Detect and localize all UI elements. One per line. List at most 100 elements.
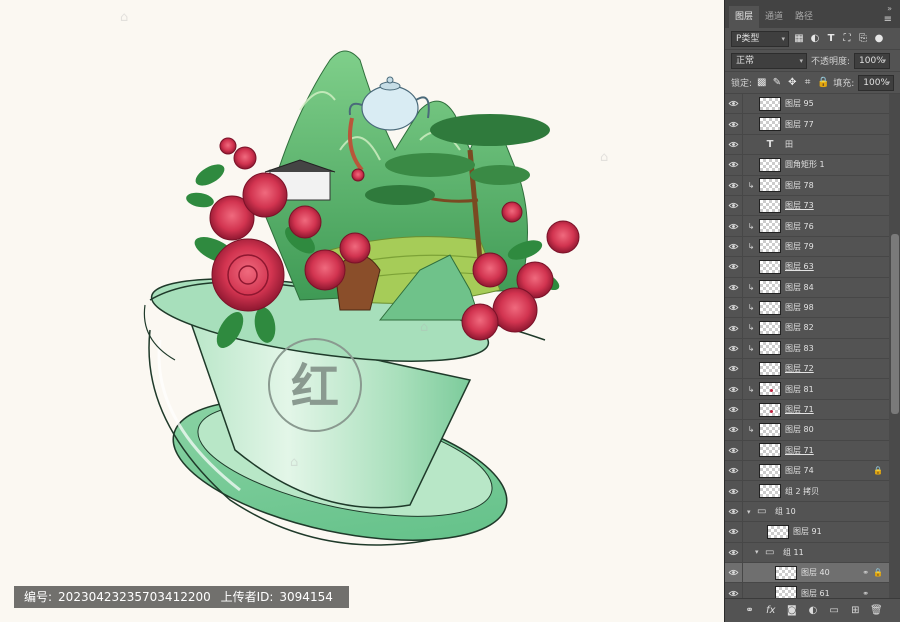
eye-icon[interactable]: [725, 277, 743, 298]
eye-icon[interactable]: [725, 338, 743, 359]
layer-row[interactable]: 图层 73: [725, 195, 889, 217]
layer-row[interactable]: 图层 72: [725, 358, 889, 380]
lock-transparency-icon[interactable]: ▩: [756, 77, 767, 89]
folder-icon[interactable]: ▭: [827, 605, 841, 616]
layer-name[interactable]: 图层 74: [785, 465, 814, 476]
filter-kind-select[interactable]: P类型 ▾: [731, 30, 789, 47]
tab-paths[interactable]: 路径: [789, 6, 819, 28]
filter-shape-icon[interactable]: ⛶: [841, 33, 853, 45]
layer-row[interactable]: ↳ 图层 78: [725, 175, 889, 196]
filter-smart-icon[interactable]: ⎘: [857, 33, 869, 45]
layer-name[interactable]: 图层 80: [785, 424, 814, 435]
eye-icon[interactable]: [725, 94, 743, 114]
layer-name[interactable]: 图层 98: [785, 302, 814, 313]
collapse-icon[interactable]: »: [887, 4, 892, 13]
layer-row[interactable]: 图层 77: [725, 114, 889, 135]
panel-menu-icon[interactable]: ≡: [884, 14, 892, 25]
document-canvas[interactable]: 红 ⌂ ⌂ ⌂ ⌂ 编号: 20230423235703412200 上传者ID…: [0, 0, 724, 622]
eye-icon[interactable]: [725, 419, 743, 440]
layer-row[interactable]: ▾ ▭ 组 10: [725, 501, 889, 523]
adjustment-icon[interactable]: ◐: [806, 605, 820, 616]
layer-row[interactable]: 图层 91: [725, 521, 889, 543]
eye-icon[interactable]: [725, 460, 743, 481]
eye-icon[interactable]: [725, 216, 743, 237]
eye-icon[interactable]: [725, 175, 743, 196]
group-expand-icon[interactable]: ▾: [747, 508, 755, 516]
layer-row[interactable]: ↳ 图层 79: [725, 236, 889, 258]
filter-toggle-icon[interactable]: ●: [873, 33, 885, 45]
link-icon[interactable]: ⚭: [743, 605, 757, 616]
layer-row[interactable]: ↳ 图层 84: [725, 277, 889, 298]
layer-name[interactable]: 图层 77: [785, 119, 814, 130]
eye-icon[interactable]: [725, 440, 743, 461]
eye-icon[interactable]: [725, 501, 743, 522]
layer-name[interactable]: 图层 83: [785, 343, 814, 354]
layer-row[interactable]: 组 2 拷贝: [725, 481, 889, 502]
eye-icon[interactable]: [725, 358, 743, 379]
layer-name[interactable]: 图层 63: [785, 261, 814, 272]
layer-name[interactable]: 图层 91: [793, 526, 822, 537]
eye-icon[interactable]: [725, 297, 743, 318]
filter-adjustment-icon[interactable]: ◐: [809, 33, 821, 45]
eye-icon[interactable]: [725, 399, 743, 420]
layer-row[interactable]: ↳ 图层 98: [725, 297, 889, 319]
mask-icon[interactable]: ◙: [785, 605, 799, 616]
layer-name[interactable]: 图层 82: [785, 322, 814, 333]
eye-icon[interactable]: [725, 379, 743, 400]
layer-name[interactable]: 图层 71: [785, 445, 814, 456]
layer-name[interactable]: 图层 81: [785, 384, 814, 395]
fill-input[interactable]: 100% ▾: [858, 74, 895, 91]
eye-icon[interactable]: [725, 236, 743, 257]
eye-icon[interactable]: [725, 134, 743, 155]
layer-row[interactable]: 图层 74 🔒: [725, 460, 889, 482]
layer-name[interactable]: 组 10: [775, 506, 796, 517]
opacity-input[interactable]: 100% ▾: [854, 52, 891, 69]
layer-name[interactable]: 图层 40: [801, 567, 830, 578]
eye-icon[interactable]: [725, 583, 743, 598]
layer-row[interactable]: ↳ 图层 76: [725, 216, 889, 237]
layer-row[interactable]: T田: [725, 134, 889, 156]
layer-name[interactable]: 组 2 拷贝: [785, 486, 819, 497]
trash-icon[interactable]: 🗑: [869, 605, 883, 616]
layer-name[interactable]: 图层 79: [785, 241, 814, 252]
eye-icon[interactable]: [725, 481, 743, 502]
layer-name[interactable]: 组 11: [783, 547, 804, 558]
lock-all-icon[interactable]: 🔒: [817, 77, 829, 89]
layers-scrollbar[interactable]: [889, 94, 900, 598]
layer-name[interactable]: 图层 73: [785, 200, 814, 211]
layer-name[interactable]: 图层 76: [785, 221, 814, 232]
layer-row[interactable]: 图层 95: [725, 94, 889, 115]
eye-icon[interactable]: [725, 195, 743, 216]
layer-row[interactable]: 图层 61 ⚭: [725, 583, 889, 598]
layer-row[interactable]: 图层 63: [725, 256, 889, 278]
lock-move-icon[interactable]: ✥: [787, 77, 798, 89]
layer-row[interactable]: ▾ ▭ 组 11: [725, 542, 889, 563]
layer-name[interactable]: 圆角矩形 1: [785, 159, 825, 170]
layer-name[interactable]: 田: [785, 139, 793, 150]
layer-row[interactable]: ↳ 图层 80: [725, 419, 889, 441]
eye-icon[interactable]: [725, 114, 743, 135]
eye-icon[interactable]: [725, 562, 743, 583]
tab-channels[interactable]: 通道: [759, 6, 789, 28]
layer-name[interactable]: 图层 95: [785, 98, 814, 109]
new-layer-icon[interactable]: ⊞: [848, 605, 862, 616]
layer-name[interactable]: 图层 61: [801, 588, 830, 598]
layer-name[interactable]: 图层 84: [785, 282, 814, 293]
layer-row[interactable]: 图层 40 ⚭ 🔒: [725, 562, 889, 584]
lock-brush-icon[interactable]: ✎: [771, 77, 782, 89]
lock-artboard-icon[interactable]: ⌗: [802, 77, 813, 89]
layer-row[interactable]: ↳ 图层 83: [725, 338, 889, 360]
eye-icon[interactable]: [725, 542, 743, 563]
layer-row[interactable]: 图层 71: [725, 399, 889, 421]
layer-row[interactable]: ↳ 图层 81: [725, 379, 889, 400]
layer-row[interactable]: 圆角矩形 1: [725, 154, 889, 176]
filter-text-icon[interactable]: T: [825, 33, 837, 45]
scrollbar-thumb[interactable]: [891, 234, 899, 414]
group-expand-icon[interactable]: ▾: [755, 548, 763, 556]
eye-icon[interactable]: [725, 521, 743, 542]
filter-pixel-icon[interactable]: ▦: [793, 33, 805, 45]
blend-mode-select[interactable]: 正常 ▾: [731, 52, 807, 69]
eye-icon[interactable]: [725, 256, 743, 277]
eye-icon[interactable]: [725, 318, 743, 338]
layer-row[interactable]: 图层 71: [725, 440, 889, 462]
